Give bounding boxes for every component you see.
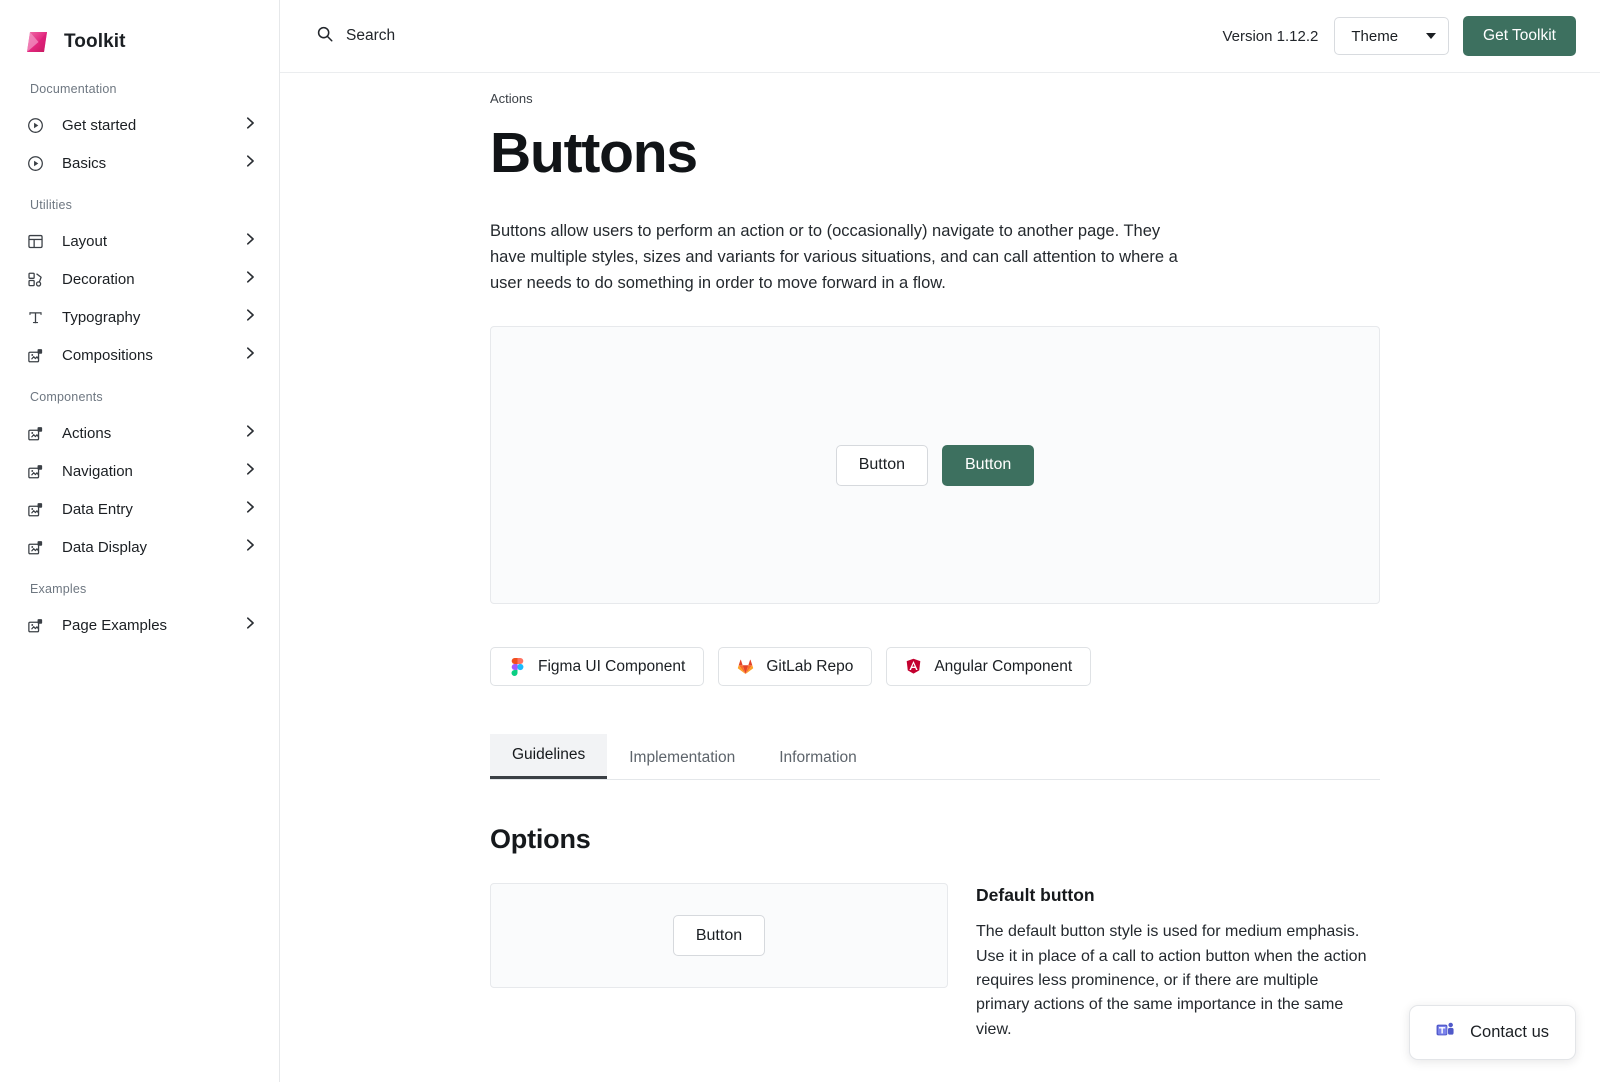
- figma-icon: [509, 657, 526, 676]
- version-label: Version 1.12.2: [1222, 27, 1319, 45]
- sidebar-item-label: Navigation: [62, 462, 133, 480]
- chevron-right-icon: [243, 462, 257, 481]
- resource-links: Figma UI Component GitLab Repo Angular C…: [490, 647, 1380, 687]
- top-bar-actions: Version 1.12.2 Theme Get Toolkit: [1222, 16, 1576, 56]
- sidebar-item-basics[interactable]: Basics: [0, 144, 279, 182]
- angular-link[interactable]: Angular Component: [886, 647, 1092, 687]
- teams-icon: [1436, 1021, 1456, 1044]
- contact-us-button[interactable]: Contact us: [1409, 1005, 1576, 1060]
- sidebar-item-label: Page Examples: [62, 616, 168, 634]
- breadcrumb[interactable]: Actions: [490, 91, 1380, 106]
- page-title: Buttons: [490, 121, 698, 185]
- sidebar-group-label: Examples: [30, 582, 87, 596]
- sidebar-group-label: Components: [30, 390, 103, 404]
- theme-select-label: Theme: [1351, 27, 1399, 45]
- sidebar: Toolkit Documentation Get started Basics Ut…: [0, 0, 280, 1082]
- option-heading: Default button: [976, 885, 1095, 906]
- sidebar-item-actions[interactable]: Actions: [0, 414, 279, 452]
- sidebar-nav: Documentation Get started Basics Utilities L…: [0, 66, 279, 644]
- gitlab-link-label: GitLab Repo: [766, 657, 854, 675]
- tab-bar: Guidelines Implementation Information: [490, 734, 1380, 781]
- sidebar-item-compositions[interactable]: Compositions: [0, 336, 279, 374]
- compositions-icon: [26, 346, 44, 364]
- search-placeholder: Search: [346, 27, 396, 44]
- chevron-right-icon: [243, 116, 257, 135]
- figma-link[interactable]: Figma UI Component: [490, 647, 705, 687]
- theme-select[interactable]: Theme: [1334, 17, 1450, 55]
- angular-link-label: Angular Component: [934, 657, 1073, 675]
- option-default-button[interactable]: Button: [672, 915, 766, 957]
- compositions-icon: [26, 424, 44, 442]
- layout-icon: [26, 232, 44, 250]
- play-circle-icon: [26, 154, 44, 172]
- demo-default-button[interactable]: Button: [835, 444, 928, 486]
- sidebar-group-label: Utilities: [30, 198, 73, 212]
- gitlab-link[interactable]: GitLab Repo: [718, 647, 873, 687]
- brand-name: Toolkit: [64, 31, 126, 52]
- option-text: Default button The default button style …: [976, 883, 1380, 1042]
- sidebar-item-decoration[interactable]: Decoration: [0, 260, 279, 298]
- chevron-right-icon: [243, 346, 257, 365]
- sidebar-item-label: Layout: [62, 232, 108, 250]
- contact-us-label: Contact us: [1470, 1023, 1549, 1041]
- sidebar-item-label: Get started: [62, 116, 137, 134]
- figma-link-label: Figma UI Component: [538, 657, 686, 675]
- sidebar-item-label: Basics: [62, 154, 107, 172]
- chevron-right-icon: [243, 424, 257, 443]
- option-row-default-button: Button Default button The default button…: [490, 883, 1380, 1042]
- chevron-right-icon: [243, 154, 257, 173]
- typography-icon: [26, 308, 44, 326]
- sidebar-item-page-examples[interactable]: Page Examples: [0, 606, 279, 644]
- search-input[interactable]: Search: [312, 19, 399, 54]
- angular-icon: [905, 658, 922, 675]
- chevron-right-icon: [243, 270, 257, 289]
- sidebar-item-label: Typography: [62, 308, 141, 326]
- sidebar-item-get-started[interactable]: Get started: [0, 106, 279, 144]
- sidebar-item-label: Actions: [62, 424, 112, 442]
- tab-implementation[interactable]: Implementation: [607, 737, 757, 779]
- sidebar-item-label: Data Entry: [62, 500, 133, 518]
- sidebar-item-data-entry[interactable]: Data Entry: [0, 490, 279, 528]
- sidebar-item-navigation[interactable]: Navigation: [0, 452, 279, 490]
- sidebar-group-label: Documentation: [30, 82, 117, 96]
- compositions-icon: [26, 462, 44, 480]
- option-body: The default button style is used for med…: [976, 923, 1367, 1038]
- decoration-icon: [26, 270, 44, 288]
- options-section-title: Options: [490, 824, 591, 855]
- compositions-icon: [26, 538, 44, 556]
- top-bar: Search Version 1.12.2 Theme Get Toolkit: [280, 0, 1600, 73]
- compositions-icon: [26, 616, 44, 634]
- sidebar-item-layout[interactable]: Layout: [0, 222, 279, 260]
- option-demo-panel: Button: [490, 883, 948, 989]
- sidebar-item-label: Data Display: [62, 538, 148, 556]
- hero-demo-panel: Button Button: [490, 326, 1380, 605]
- chevron-right-icon: [243, 500, 257, 519]
- sidebar-item-label: Compositions: [62, 346, 153, 364]
- chevron-right-icon: [243, 538, 257, 557]
- sidebar-item-label: Decoration: [62, 270, 135, 288]
- brand[interactable]: Toolkit: [0, 0, 279, 66]
- main-area: Search Version 1.12.2 Theme Get Toolkit …: [280, 0, 1600, 1082]
- sidebar-item-typography[interactable]: Typography: [0, 298, 279, 336]
- tab-guidelines[interactable]: Guidelines: [490, 734, 608, 780]
- chevron-down-icon: [1426, 33, 1437, 39]
- play-circle-icon: [26, 116, 44, 134]
- gitlab-icon: [737, 658, 754, 675]
- get-toolkit-button[interactable]: Get Toolkit: [1463, 16, 1576, 56]
- content-scroll: Actions Buttons Buttons allow users to p…: [280, 73, 1600, 1082]
- chevron-right-icon: [243, 308, 257, 327]
- sidebar-item-data-display[interactable]: Data Display: [0, 528, 279, 566]
- app-root: Toolkit Documentation Get started Basics Ut…: [0, 0, 1600, 1082]
- search-icon: [316, 25, 334, 48]
- tab-information[interactable]: Information: [757, 737, 879, 779]
- chevron-right-icon: [243, 616, 257, 635]
- page-intro: Buttons allow users to perform an action…: [490, 221, 1178, 292]
- gem-logo-icon: [24, 29, 50, 55]
- compositions-icon: [26, 500, 44, 518]
- chevron-right-icon: [243, 232, 257, 251]
- demo-primary-button[interactable]: Button: [942, 444, 1035, 486]
